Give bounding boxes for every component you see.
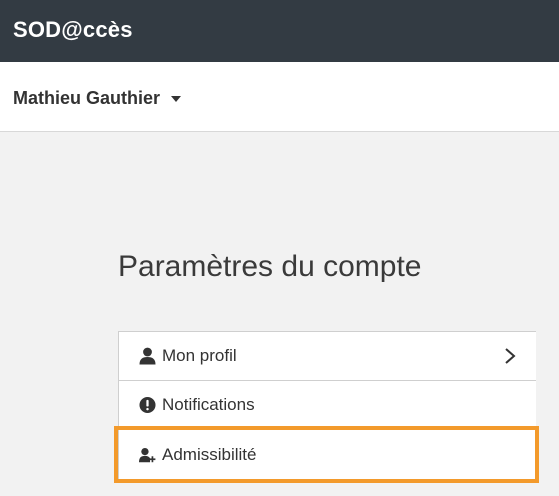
chevron-right-icon: [505, 348, 516, 364]
user-bar: Mathieu Gauthier: [0, 62, 559, 132]
user-plus-icon: [139, 446, 156, 464]
user-menu-dropdown[interactable]: Mathieu Gauthier: [13, 87, 182, 109]
exclamation-circle-icon: [139, 396, 156, 414]
menu-item-label: Mon profil: [162, 346, 237, 365]
menu-item-mon-profil[interactable]: Mon profil: [119, 332, 536, 381]
account-settings-menu: Mon profil Notifications Admissibilité: [118, 331, 536, 480]
page-title: Paramètres du compte: [118, 250, 422, 283]
menu-item-notifications[interactable]: Notifications: [119, 381, 536, 430]
menu-item-admissibilite[interactable]: Admissibilité: [119, 430, 536, 479]
menu-item-label: Admissibilité: [162, 444, 257, 464]
menu-item-label: Notifications: [162, 395, 255, 414]
caret-down-icon: [171, 95, 182, 102]
app-header: SOD@ccès: [0, 0, 559, 62]
user-name: Mathieu Gauthier: [13, 88, 161, 108]
user-icon: [139, 347, 156, 365]
app-title[interactable]: SOD@ccès: [13, 16, 133, 44]
